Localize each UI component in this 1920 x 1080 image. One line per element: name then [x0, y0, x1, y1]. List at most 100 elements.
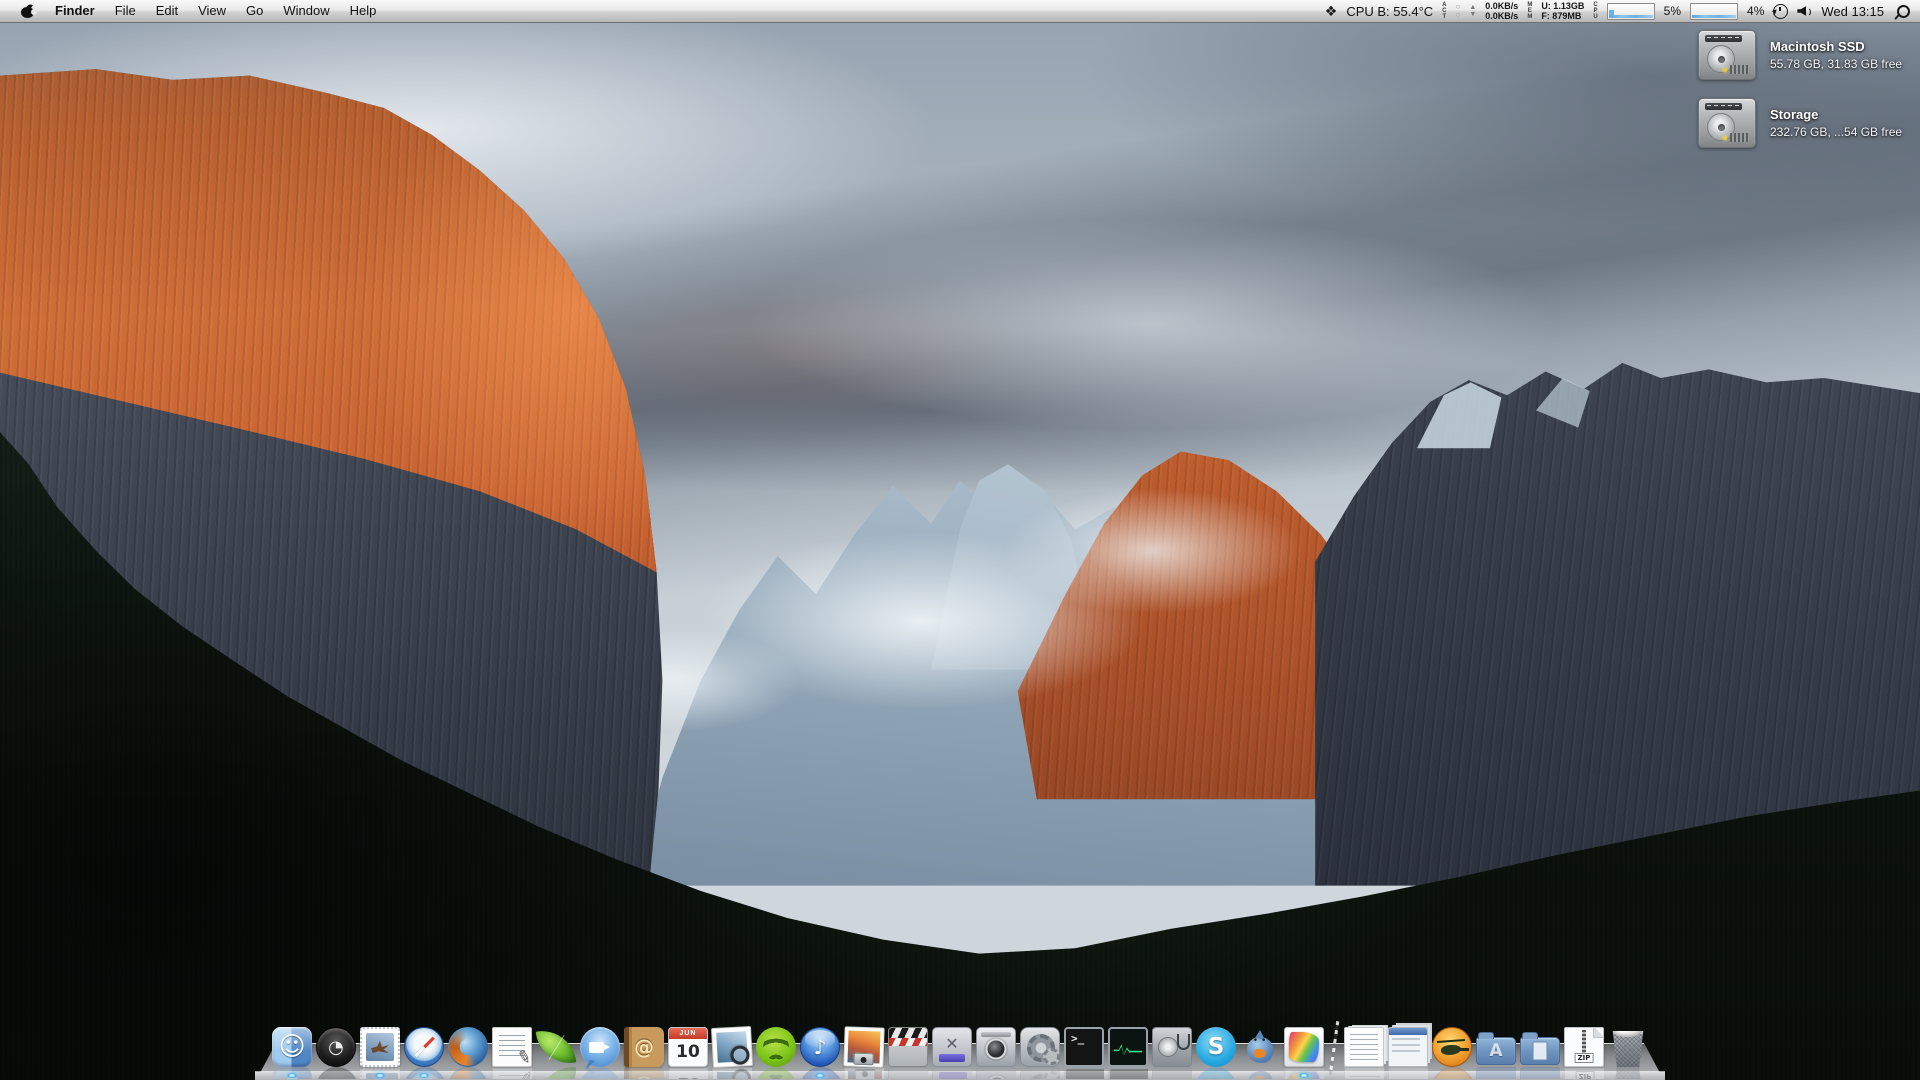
hard-drive-icon	[1698, 30, 1756, 80]
desktop-icon-storage[interactable]: Storage 232.76 GB, ...54 GB free	[1698, 98, 1902, 148]
desktop-icon-texts: Macintosh SSD 55.78 GB, 31.83 GB free	[1770, 39, 1902, 71]
desktop-icon-texts: Storage 232.76 GB, ...54 GB free	[1770, 107, 1902, 139]
dock-docsfolder-icon[interactable]	[1520, 1027, 1560, 1079]
itunes-icon-face: ♪	[800, 1027, 840, 1067]
grapher-running-indicator	[1299, 1073, 1309, 1078]
dock-skype-icon[interactable]: SS	[1196, 1027, 1236, 1079]
cpu-percent-2: 4%	[1747, 4, 1765, 18]
addressbook-icon-glyph: @	[634, 1035, 654, 1059]
dock-chopper-icon[interactable]	[1432, 1027, 1472, 1079]
firefox-icon-face	[448, 1027, 488, 1067]
menu-bar-status-area: ❖ CPU B: 55.4°C ACT ○ ○ ▲ ▼ 0.0KB/s 0.0KB/…	[1325, 0, 1920, 22]
imagecapture-icon-detail	[985, 1038, 1007, 1060]
dock-docstack-icon[interactable]	[1344, 1027, 1384, 1079]
dock-coda-icon[interactable]	[535, 1026, 577, 1079]
skype-icon-face: S	[1196, 1027, 1236, 1067]
iphoto-icon-face	[843, 1026, 885, 1068]
apple-icon	[21, 3, 37, 18]
menu-bar-clock[interactable]: Wed 13:15	[1821, 4, 1884, 19]
ichat-icon-face	[580, 1027, 620, 1067]
dropbox-icon[interactable]: ❖	[1325, 3, 1338, 20]
sysprefs-icon-detail	[1027, 1034, 1060, 1065]
menu-go[interactable]: Go	[236, 0, 273, 22]
memory-usage[interactable]: U: 1.13GB F: 879MB	[1541, 1, 1584, 21]
dock-iphoto-icon[interactable]	[843, 1026, 885, 1079]
winstack-icon-detail	[1389, 1028, 1427, 1056]
volume-name: Macintosh SSD	[1770, 39, 1865, 54]
disk-activity-label: ACT	[1442, 2, 1447, 20]
menu-window[interactable]: Window	[273, 0, 339, 22]
dock-trash-icon[interactable]	[1608, 1027, 1648, 1067]
dock-safari-icon[interactable]	[404, 1027, 444, 1079]
finder-icon-glyph: ☺	[278, 1032, 306, 1062]
preview-icon-face	[710, 1025, 754, 1069]
dock-textedit-icon[interactable]: ✎ ✎	[492, 1027, 533, 1079]
chopper-icon-detail	[1441, 1045, 1469, 1055]
volume-icon[interactable]	[1797, 5, 1812, 17]
grapher-icon-face	[1284, 1027, 1324, 1067]
dock-activity-icon[interactable]	[1108, 1027, 1148, 1079]
diskutility-icon-face	[1152, 1027, 1192, 1067]
dock-addressbook-icon[interactable]: @@	[624, 1027, 664, 1079]
memory-label: MEM	[1527, 2, 1533, 20]
dock-compressor-icon[interactable]: ✕✕	[932, 1027, 972, 1079]
docsfolder-icon-detail	[1532, 1041, 1548, 1061]
sysprefs-icon-face	[1020, 1027, 1060, 1067]
desktop-wallpaper[interactable]	[0, 0, 1920, 1080]
dock-sysprefs-icon[interactable]	[1020, 1027, 1060, 1079]
terminal-icon-face: >_	[1064, 1027, 1104, 1067]
menu-file[interactable]: File	[105, 0, 146, 22]
dock-winstack-icon[interactable]	[1388, 1027, 1428, 1079]
trash-icon-face	[1612, 1031, 1644, 1067]
dock-ichat-icon[interactable]	[580, 1027, 620, 1079]
dock-imovie-icon[interactable]	[888, 1027, 928, 1079]
dock-dashboard-icon[interactable]: ◔◔	[316, 1027, 356, 1079]
dock-firefox-icon[interactable]	[448, 1027, 488, 1079]
cpu-history-graph-1[interactable]	[1606, 2, 1655, 20]
safari-icon-face	[404, 1027, 444, 1067]
dock-front-edge	[255, 1072, 1665, 1080]
menu-view[interactable]: View	[188, 0, 236, 22]
dock-finder-icon[interactable]: ☺☺	[272, 1027, 312, 1079]
dock-mail-icon[interactable]	[360, 1027, 400, 1079]
network-arrows-icon: ▲ ▼	[1469, 4, 1477, 18]
docstack-icon-detail	[1350, 1034, 1378, 1060]
dock-grapher-icon[interactable]	[1284, 1027, 1324, 1079]
dock-separator	[1328, 1023, 1340, 1067]
dock-ical-icon[interactable]: JUN 10JUN 10	[668, 1027, 708, 1079]
menu-finder[interactable]: Finder	[45, 0, 105, 22]
network-throughput[interactable]: 0.0KB/s 0.0KB/s	[1485, 1, 1518, 21]
twitterrific-icon-face: ••	[1240, 1027, 1280, 1067]
compressor-icon-detail	[939, 1054, 965, 1062]
dock-itunes-icon[interactable]: ♪♪	[800, 1027, 840, 1079]
dock-zipfile-icon[interactable]: ZIP ZIP	[1564, 1027, 1604, 1079]
disk-activity-indicators[interactable]: ○ ○	[1456, 3, 1461, 19]
dock-diskutility-icon[interactable]	[1152, 1027, 1192, 1079]
download-speed: 0.0KB/s	[1485, 11, 1519, 21]
cpu-history-graph-2[interactable]	[1690, 2, 1739, 20]
spotlight-icon[interactable]	[1897, 4, 1910, 18]
itunes-icon-glyph: ♪	[813, 1035, 827, 1059]
menu-edit[interactable]: Edit	[146, 0, 188, 22]
desktop-icon-macintosh-ssd[interactable]: Macintosh SSD 55.78 GB, 31.83 GB free	[1698, 30, 1902, 80]
menu-help[interactable]: Help	[340, 0, 387, 22]
cpu-temperature[interactable]: CPU B: 55.4°C	[1346, 4, 1433, 19]
chopper-icon-face	[1432, 1027, 1472, 1067]
finder-running-indicator	[287, 1073, 297, 1078]
dock-terminal-icon[interactable]: >_>_	[1064, 1027, 1104, 1079]
ical-icon-detail: JUN	[669, 1028, 707, 1039]
dock-twitterrific-icon[interactable]: ••••	[1240, 1027, 1280, 1079]
safari-icon-detail	[413, 1036, 435, 1058]
menu-bar: Finder File Edit View Go Window Help ❖ C…	[0, 0, 1920, 23]
time-machine-icon[interactable]	[1773, 3, 1789, 19]
apple-menu[interactable]	[10, 3, 45, 18]
dock-spotify-icon[interactable]	[756, 1027, 796, 1079]
dock-preview-icon[interactable]	[710, 1025, 754, 1079]
dock-imagecapture-icon[interactable]	[976, 1027, 1016, 1079]
activity-icon-face	[1108, 1027, 1148, 1067]
dock-items: ☺☺◔◔ ✎✎ @@JUN10JUN10 ♪♪ ✕✕ >_>_ SS•••• AA ZIPZIP	[260, 1023, 1660, 1079]
textedit-icon-face: ✎	[492, 1027, 533, 1069]
dock-appsfolder-icon[interactable]: AA	[1476, 1027, 1516, 1079]
docstack-icon-face	[1344, 1027, 1384, 1067]
twitterrific-icon-glyph: ••	[1252, 1036, 1270, 1046]
